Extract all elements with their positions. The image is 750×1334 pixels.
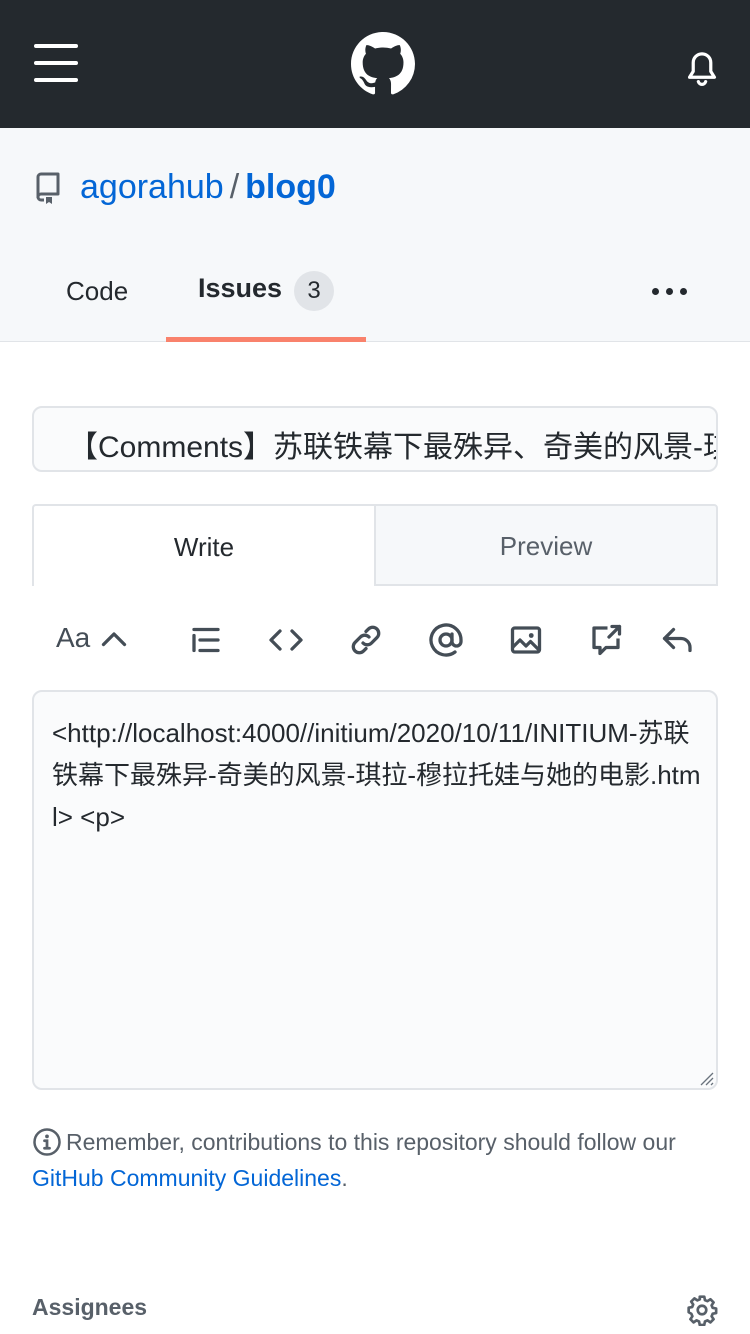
resize-handle-icon[interactable] — [696, 1068, 714, 1086]
active-tab-indicator — [166, 337, 366, 342]
cross-reference-icon[interactable] — [588, 622, 624, 658]
image-icon[interactable] — [508, 622, 544, 658]
tab-write-label: Write — [173, 532, 235, 562]
tab-issues[interactable]: Issues — [198, 273, 282, 304]
issues-count-badge: 3 — [294, 271, 334, 311]
repo-owner-link[interactable]: agorahub — [80, 168, 224, 206]
mention-icon[interactable] — [428, 622, 464, 658]
link-icon[interactable] — [348, 622, 384, 658]
code-icon[interactable] — [268, 622, 304, 658]
notice-text: Remember, contributions to this reposito… — [66, 1129, 676, 1155]
tab-preview-label: Preview — [499, 531, 593, 561]
list-icon[interactable] — [188, 622, 224, 658]
repo-icon — [36, 172, 60, 204]
bell-icon[interactable] — [684, 48, 720, 86]
comment-body-textarea[interactable]: <http://localhost:4000//initium/2020/10/… — [32, 690, 718, 1090]
hamburger-icon[interactable] — [34, 44, 78, 82]
tab-code[interactable]: Code — [66, 276, 128, 307]
community-guidelines-link[interactable]: GitHub Community Guidelines — [32, 1165, 341, 1191]
gear-icon[interactable] — [686, 1294, 718, 1326]
tab-preview[interactable]: Preview — [374, 504, 718, 586]
tab-write[interactable]: Write — [32, 504, 376, 586]
breadcrumb: agorahub / blog0 — [80, 166, 336, 208]
kebab-horizontal-icon[interactable] — [652, 288, 688, 296]
issue-title-input[interactable]: 【Comments】苏联铁幕下最殊异、奇美的风景-琪拉-穆拉托娃与她的电影 — [32, 406, 718, 472]
contribution-notice: Remember, contributions to this reposito… — [32, 1124, 722, 1196]
notice-suffix: . — [341, 1165, 348, 1191]
chevron-up-icon[interactable] — [96, 622, 132, 658]
repo-header: agorahub / blog0 Code Issues 3 — [0, 128, 750, 342]
issue-title-value: 【Comments】苏联铁幕下最殊异、奇美的风景-琪拉-穆拉托娃与她的电影 — [68, 431, 716, 464]
assignees-heading: Assignees — [32, 1294, 148, 1320]
app-header — [0, 0, 750, 128]
reply-icon[interactable] — [660, 622, 696, 658]
comment-body-value: <http://localhost:4000//initium/2020/10/… — [52, 718, 701, 832]
text-format-button[interactable]: Aa — [56, 622, 90, 654]
breadcrumb-separator: / — [229, 168, 240, 206]
repo-name-link[interactable]: blog0 — [245, 168, 336, 206]
info-icon — [33, 1128, 61, 1156]
github-mark-icon[interactable] — [351, 32, 415, 96]
